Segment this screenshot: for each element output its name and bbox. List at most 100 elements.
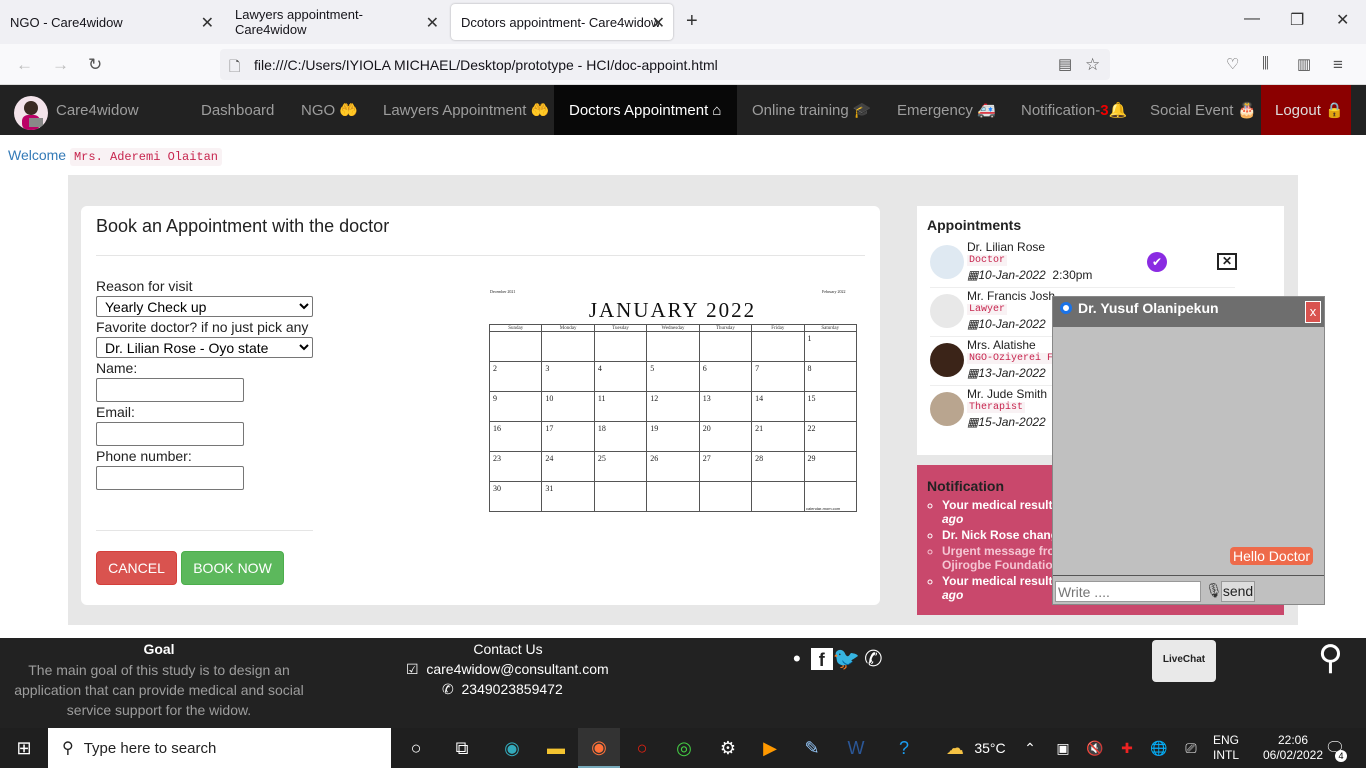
livechat-button[interactable]: LiveChat [1152,640,1216,682]
chevron-up-icon[interactable]: ⌃ [1020,728,1040,768]
name-input[interactable] [96,378,244,402]
close-window-icon[interactable]: ✕ [1336,10,1349,30]
browser-tab-lawyers[interactable]: Lawyers appointment- Care4widow ✕ [225,4,447,40]
bookmark-star-icon[interactable]: ☆ [1085,55,1100,75]
notification-center-icon[interactable]: 🗨 [1322,728,1348,768]
minimize-icon[interactable]: — [1244,10,1260,28]
notification-item[interactable]: Urgent message froOjirogbe Foundation [942,544,1060,572]
notification-title: Notification [927,478,1004,494]
calendar-day-cell: 29 [803,451,858,482]
opera-icon[interactable]: ○ [622,728,662,768]
doctor-select[interactable]: Dr. Lilian Rose - Oyo state [96,337,313,358]
cancel-appointment-icon[interactable]: ✕ [1217,253,1237,270]
nav-lawyers[interactable]: Lawyers Appointment 🤲 [368,85,564,135]
date-text: 10-Jan-2022 [978,268,1046,282]
language-indicator[interactable]: ENG INTL [1213,733,1239,763]
contact-phone[interactable]: ✆ 2349023859472 [442,681,563,698]
nav-emergency[interactable]: Emergency 🚑 [882,85,1011,135]
reader-icon[interactable]: ▤ [1058,55,1072,73]
cortana-icon[interactable]: ○ [398,728,434,768]
nav-social-event[interactable]: Social Event 🎂 [1135,85,1271,135]
lang-code: ENG [1213,733,1240,747]
globe-icon[interactable]: 🌐 [1148,728,1170,768]
clock[interactable]: 22:06 06/02/2022 [1258,733,1328,763]
windows-start-icon[interactable]: ⊞ [0,728,48,768]
chat-send-button[interactable]: send [1221,581,1255,602]
book-now-button[interactable]: BOOK NOW [181,551,284,585]
calendar-day-cell [541,331,595,362]
help-icon[interactable]: ? [884,728,924,768]
calendar-day-cell: 26 [646,451,700,482]
nav-notification[interactable]: Notification- 3 🔔 [1006,85,1142,135]
date-text: 10-Jan-2022 [978,317,1046,331]
twitter-icon[interactable]: 🐦 [833,646,864,671]
brand-avatar[interactable] [14,96,48,130]
task-view-icon[interactable]: ⧉ [444,728,480,768]
reason-select[interactable]: Yearly Check up [96,296,313,317]
close-tab-icon[interactable]: ✕ [201,13,214,33]
settings-icon[interactable]: ⚙ [708,728,748,768]
word-icon[interactable]: W [836,728,876,768]
notes-icon[interactable]: ✎ [792,728,832,768]
whatsapp-icon[interactable]: ✆ [864,646,886,671]
url-text[interactable]: file:///C:/Users/IYIOLA MICHAEL/Desktop/… [254,57,718,73]
file-explorer-icon[interactable]: ▬ [536,728,576,768]
new-tab-icon[interactable]: + [686,10,698,33]
phone-text: 2349023859472 [461,681,563,697]
calendar-icon: ▦ [967,415,979,429]
cancel-button[interactable]: CANCEL [96,551,177,585]
reload-icon[interactable]: ↻ [88,55,102,75]
taskbar-search[interactable]: ⚲ Type here to search [48,728,391,768]
contact-email[interactable]: ☑ care4widow@consultant.com [406,661,609,678]
phone-input[interactable] [96,466,244,490]
widow-icon [22,101,43,130]
notification-item[interactable]: Your medical resultago [942,498,1060,526]
facebook-icon[interactable]: f [810,648,833,670]
display-icon[interactable]: ⎚ [1180,728,1202,768]
nav-doctors[interactable]: Doctors Appointment ⌂ [554,85,737,135]
weather-temp[interactable]: 35°C [972,728,1008,768]
divider [96,255,865,256]
pocket-icon[interactable]: ♡ [1226,55,1239,73]
firefox-icon[interactable]: ◉ [578,728,620,768]
close-tab-icon[interactable]: ✕ [426,13,439,33]
library-icon[interactable]: ⫼ [1262,55,1269,72]
hand-holding-icon: 🤲 [530,102,550,119]
browser-tab-ngo[interactable]: NGO - Care4widow ✕ [0,4,222,40]
browser-tab-doctors[interactable]: Dcotors appointment- Care4widow ✕ [451,4,673,40]
calendar-icon: ▦ [967,268,979,282]
network-icon[interactable]: ▣ [1052,728,1074,768]
antivirus-icon[interactable]: ✚ [1116,728,1138,768]
nav-logout[interactable]: Logout 🔒 [1261,85,1351,135]
close-tab-icon[interactable]: ✕ [652,13,665,33]
nav-online-training[interactable]: Online training 🎓 [737,85,887,135]
notification-item[interactable]: Dr. Nick Rose chang [942,528,1060,542]
nav-dashboard[interactable]: Dashboard [186,85,289,135]
media-player-icon[interactable]: ▶ [750,728,790,768]
calendar-day-cell: 16 [488,421,543,452]
edge-icon[interactable]: ◉ [492,728,532,768]
clock-date: 06/02/2022 [1262,748,1324,762]
brand-name[interactable]: Care4widow [56,85,139,135]
back-icon[interactable]: ← [16,55,33,75]
appointment-item[interactable]: Dr. Lilian Rose Doctor ▦10-Jan-2022 2:30… [930,240,1240,289]
nav-ngo[interactable]: NGO 🤲 [286,85,373,135]
doctor-avatar [930,245,964,279]
social-links: • f 🐦✆ [793,646,887,671]
menu-icon[interactable]: ≡ [1333,55,1343,75]
chrome-icon[interactable]: ◎ [664,728,704,768]
appointment-date: ▦15-Jan-2022 [967,415,1046,429]
calendar-icon: ▦ [967,317,979,331]
sidebar-icon[interactable]: ▥ [1297,55,1311,73]
confirm-check-icon[interactable]: ✔ [1147,252,1167,272]
notification-item[interactable]: Your medical resultago [942,574,1060,602]
calendar-day-header: Wednesday [646,324,700,332]
search-icon[interactable]: ⚲ [1318,638,1343,678]
chat-input[interactable] [1055,581,1201,602]
email-input[interactable] [96,422,244,446]
forward-icon[interactable]: → [52,55,69,75]
nav-label: Dashboard [201,101,275,119]
volume-icon[interactable]: 🔇 [1084,728,1106,768]
maximize-icon[interactable]: ❐ [1290,10,1304,30]
chat-close-button[interactable]: x [1305,301,1321,323]
